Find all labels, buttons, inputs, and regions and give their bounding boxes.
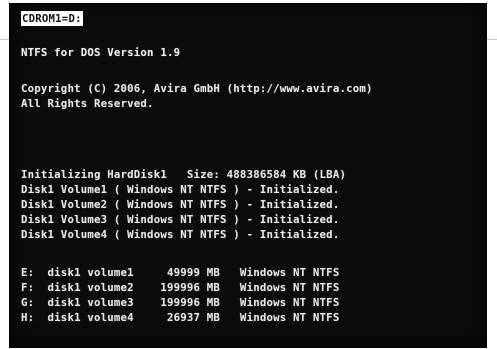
copyright-line: Copyright (C) 2006, Avira GmbH (http://w…: [21, 82, 373, 95]
init-harddisk-line: Initializing HardDisk1 Size: 488386584 K…: [21, 168, 347, 181]
command-prompt[interactable]: CDROM1=D:: [21, 11, 83, 26]
drive-map-line: E: disk1 volume1 49999 MB Windows NT NTF…: [21, 266, 340, 279]
version-line: NTFS for DOS Version 1.9: [21, 46, 181, 59]
volume-init-line: Disk1 Volume4 ( Windows NT NTFS ) - Init…: [21, 228, 340, 241]
rights-line: All Rights Reserved.: [21, 97, 154, 110]
volume-init-line: Disk1 Volume1 ( Windows NT NTFS ) - Init…: [21, 183, 340, 196]
volume-init-line: Disk1 Volume2 ( Windows NT NTFS ) - Init…: [21, 198, 340, 211]
volume-init-line: Disk1 Volume3 ( Windows NT NTFS ) - Init…: [21, 213, 340, 226]
dos-console-screen: CDROM1=D: NTFS for DOS Version 1.9 Copyr…: [9, 3, 487, 348]
page: CDROM1=D: NTFS for DOS Version 1.9 Copyr…: [0, 0, 497, 349]
drive-map-line: H: disk1 volume4 26937 MB Windows NT NTF…: [21, 311, 340, 324]
drive-map-line: F: disk1 volume2 199996 MB Windows NT NT…: [21, 281, 340, 294]
drive-map-line: G: disk1 volume3 199996 MB Windows NT NT…: [21, 296, 340, 309]
